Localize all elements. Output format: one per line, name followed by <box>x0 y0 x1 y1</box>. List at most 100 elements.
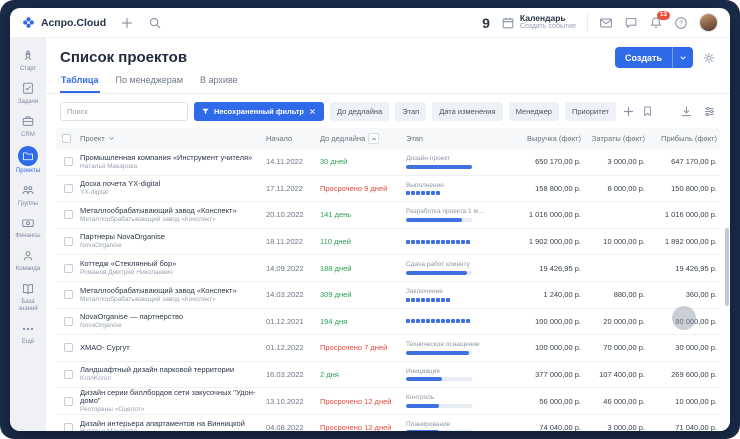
sidebar-item-label: Проекты <box>16 168 40 175</box>
bar-segment <box>426 319 430 323</box>
project-cell[interactable]: Доска почета YX-digitalYX-digital <box>80 180 266 196</box>
active-filter-chip[interactable]: Несохраненный фильтр <box>194 102 324 121</box>
bar-segment <box>426 191 430 195</box>
filter-chip[interactable]: Этап <box>395 102 426 121</box>
chat-icon[interactable] <box>624 16 638 30</box>
costs-value: 8 000,00 р. <box>584 184 648 193</box>
vertical-scrollbar[interactable] <box>725 228 729 306</box>
filter-chip[interactable]: До дедлайна <box>330 102 389 121</box>
sidebar-item-team[interactable]: Команда <box>10 247 46 273</box>
sidebar-item-tasks[interactable]: Задачи <box>10 80 46 106</box>
column-header-stage[interactable]: Этап <box>406 134 508 143</box>
floating-widget-button[interactable] <box>672 306 696 330</box>
row-checkbox[interactable] <box>64 397 73 406</box>
chevron-down-icon[interactable] <box>673 54 693 62</box>
filter-chip[interactable]: Менеджер <box>509 102 559 121</box>
costs-value: 20 000,00 р. <box>584 317 648 326</box>
project-cell[interactable]: Металлообрабатывающий завод «Конспект»Ме… <box>80 287 266 303</box>
bar-segment <box>436 298 440 302</box>
project-cell[interactable]: Коттедж «Стеклянный бор»Романов Дмитрий … <box>80 260 266 276</box>
project-cell[interactable]: Металлообрабатывающий завод «Конспект»Ме… <box>80 207 266 223</box>
table-row[interactable]: Металлообрабатывающий завод «Конспект»Ме… <box>56 282 720 309</box>
filter-chip[interactable]: Приоритет <box>565 102 616 121</box>
calendar-widget[interactable]: Календарь Создать событие <box>501 14 576 32</box>
filter-chip[interactable]: Дата изменения <box>432 102 502 121</box>
sidebar-item-label: Задачи <box>18 99 38 106</box>
row-checkbox[interactable] <box>64 210 73 219</box>
start-date: 01.12.2022 <box>266 343 320 352</box>
bar-segment <box>436 319 440 323</box>
tab-1[interactable]: По менеджерам <box>115 71 184 93</box>
sidebar-item-kb[interactable]: База знаний <box>10 280 46 313</box>
groups-icon <box>20 182 37 199</box>
quick-add-icon[interactable] <box>120 16 134 30</box>
table-row[interactable]: Ландшафтный дизайн парковой территорииKr… <box>56 362 720 389</box>
sidebar-item-finance[interactable]: Финансы <box>10 214 46 240</box>
sidebar-item-start[interactable]: Старт <box>10 47 46 73</box>
row-checkbox[interactable] <box>64 317 73 326</box>
project-cell[interactable]: Дизайн серии биллбордов сети закусочных … <box>80 389 266 414</box>
select-all-checkbox[interactable] <box>62 134 71 143</box>
project-cell[interactable]: Партнеры NovaOrganiseNovaOrganise <box>80 233 266 249</box>
project-title: Промышленная компания «Инструмент учител… <box>80 154 258 162</box>
tab-2[interactable]: В архиве <box>199 71 239 93</box>
project-cell[interactable]: NovaOrganise — партнерствоNovaOrganise <box>80 313 266 329</box>
row-checkbox[interactable] <box>64 370 73 379</box>
notifications-bell-icon[interactable]: 13 <box>649 16 663 30</box>
column-header-project[interactable]: Проект <box>80 134 266 143</box>
project-cell[interactable]: Ландшафтный дизайн парковой территорииKr… <box>80 366 266 382</box>
filter-chips: До дедлайна Этап Дата изменения Менеджер При… <box>330 102 616 121</box>
row-checkbox[interactable] <box>64 264 73 273</box>
table-row[interactable]: NovaOrganise — партнерствоNovaOrganise01… <box>56 309 720 336</box>
create-button[interactable]: Создать <box>615 47 693 68</box>
brand-logo[interactable]: Аспро.Cloud <box>22 16 106 29</box>
sort-asc-icon[interactable] <box>368 133 379 144</box>
mail-icon[interactable] <box>599 16 613 30</box>
table-row[interactable]: Коттедж «Стеклянный бор»Романов Дмитрий … <box>56 255 720 282</box>
add-filter-icon[interactable] <box>622 105 635 118</box>
user-avatar[interactable] <box>699 13 718 32</box>
table-row[interactable]: Доска почета YX-digitalYX-digital17.11.2… <box>56 176 720 203</box>
bar-segment <box>446 319 450 323</box>
search-input[interactable] <box>60 102 188 121</box>
row-checkbox[interactable] <box>64 423 73 431</box>
sidebar-item-crm[interactable]: CRM <box>10 113 46 139</box>
help-icon[interactable]: ? <box>674 16 688 30</box>
row-checkbox[interactable] <box>64 184 73 193</box>
revenue-value: 1 902 000,00 р. <box>508 237 584 246</box>
row-checkbox[interactable] <box>64 290 73 299</box>
project-cell[interactable]: Дизайн интерьера апартаментов на Винницк… <box>80 420 266 431</box>
project-subtitle: Романов Дмитрий Николаевич <box>80 269 258 276</box>
search-icon[interactable] <box>148 16 162 30</box>
settings-gear-icon[interactable] <box>702 51 716 65</box>
tab-0[interactable]: Таблица <box>60 71 100 93</box>
project-title: Партнеры NovaOrganise <box>80 233 258 241</box>
table-row[interactable]: Партнеры NovaOrganiseNovaOrganise18.11.2… <box>56 229 720 256</box>
row-checkbox[interactable] <box>64 237 73 246</box>
project-cell[interactable]: Промышленная компания «Инструмент учител… <box>80 154 266 170</box>
bar-segment <box>431 240 435 244</box>
table-row[interactable]: ХМАО- Сургут01.12.2022Просрочено 7 днейТ… <box>56 335 720 362</box>
bookmark-icon[interactable] <box>641 105 654 118</box>
column-label: Прибыль (факт) <box>661 134 717 143</box>
column-header-deadline[interactable]: До дедлайна <box>320 133 406 144</box>
download-icon[interactable] <box>680 105 693 118</box>
table-row[interactable]: Дизайн интерьера апартаментов на Винницк… <box>56 415 720 431</box>
project-cell[interactable]: ХМАО- Сургут <box>80 344 266 352</box>
sidebar-item-more[interactable]: Ещё <box>10 320 46 346</box>
table-row[interactable]: Дизайн серии биллбордов сети закусочных … <box>56 388 720 415</box>
row-checkbox[interactable] <box>64 157 73 166</box>
stage-progress-bar <box>406 404 472 408</box>
column-header-revenue[interactable]: Выручка (факт) <box>508 134 584 143</box>
table-row[interactable]: Промышленная компания «Инструмент учител… <box>56 149 720 176</box>
row-checkbox[interactable] <box>64 343 73 352</box>
column-header-profit[interactable]: Прибыль (факт) <box>648 134 720 143</box>
view-settings-icon[interactable] <box>703 105 716 118</box>
close-icon[interactable] <box>308 107 317 116</box>
column-header-costs[interactable]: Затраты (факт) <box>584 134 648 143</box>
sidebar-item-projects[interactable]: Проекты <box>10 146 46 175</box>
sidebar-item-groups[interactable]: Группы <box>10 182 46 208</box>
column-header-start[interactable]: Начало <box>266 134 320 143</box>
funnel-icon <box>201 107 210 116</box>
table-row[interactable]: Металлообрабатывающий завод «Конспект»Ме… <box>56 202 720 229</box>
